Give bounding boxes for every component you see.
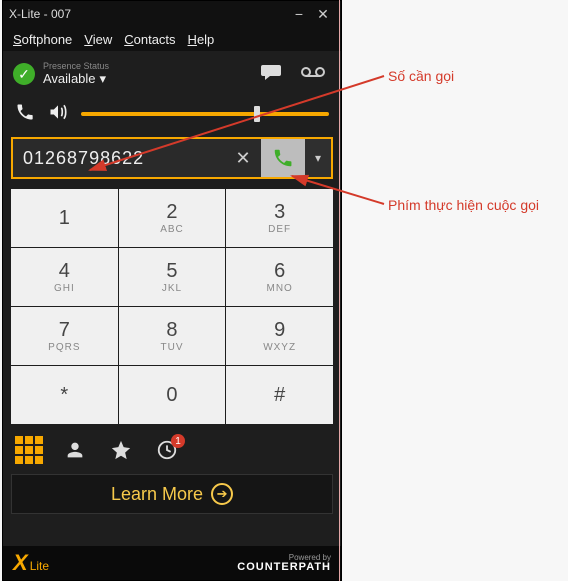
separator-line bbox=[339, 0, 340, 581]
speaker-icon[interactable] bbox=[47, 102, 69, 127]
key-4[interactable]: 4GHI bbox=[11, 248, 118, 306]
key-8[interactable]: 8TUV bbox=[119, 307, 226, 365]
number-input[interactable]: 01268798622 bbox=[13, 139, 225, 177]
key-hash[interactable]: # bbox=[226, 366, 333, 424]
presence-available-icon: ✓ bbox=[13, 63, 35, 85]
softphone-window: X-Lite - 007 − ✕ Softphone View Contacts… bbox=[2, 0, 342, 581]
dialpad: 1 2ABC 3DEF 4GHI 5JKL 6MNO 7PQRS 8TUV 9W… bbox=[11, 189, 333, 424]
annotation-number: Số cần gọi bbox=[388, 68, 454, 84]
presence-dropdown[interactable]: Presence Status Available ▾ bbox=[43, 62, 109, 86]
star-icon bbox=[110, 439, 132, 461]
tab-favorites[interactable] bbox=[101, 432, 141, 468]
key-1[interactable]: 1 bbox=[11, 189, 118, 247]
xlite-logo: XLite bbox=[13, 550, 49, 576]
tab-contacts[interactable] bbox=[55, 432, 95, 468]
minimize-button[interactable]: − bbox=[287, 6, 311, 22]
key-2[interactable]: 2ABC bbox=[119, 189, 226, 247]
key-5[interactable]: 5JKL bbox=[119, 248, 226, 306]
title-bar: X-Lite - 007 − ✕ bbox=[3, 1, 341, 27]
dial-row: 01268798622 ✕ ▾ bbox=[11, 137, 333, 179]
call-icon bbox=[272, 147, 294, 169]
window-title: X-Lite - 007 bbox=[9, 7, 287, 21]
phone-handset-icon[interactable] bbox=[15, 102, 35, 127]
learn-more-button[interactable]: Learn More ➔ bbox=[11, 474, 333, 514]
voicemail-icon[interactable] bbox=[295, 65, 331, 83]
clear-number-button[interactable]: ✕ bbox=[225, 139, 261, 177]
call-options-dropdown[interactable]: ▾ bbox=[305, 139, 331, 177]
key-7[interactable]: 7PQRS bbox=[11, 307, 118, 365]
volume-slider[interactable] bbox=[81, 112, 329, 116]
key-9[interactable]: 9WXYZ bbox=[226, 307, 333, 365]
annotation-call-button: Phím thực hiện cuộc gọi bbox=[388, 197, 539, 213]
close-button[interactable]: ✕ bbox=[311, 6, 335, 23]
presence-status: Available bbox=[43, 72, 96, 86]
key-6[interactable]: 6MNO bbox=[226, 248, 333, 306]
key-0[interactable]: 0 bbox=[119, 366, 226, 424]
messages-icon[interactable] bbox=[255, 63, 287, 86]
history-badge: 1 bbox=[171, 434, 185, 448]
presence-row: ✓ Presence Status Available ▾ bbox=[3, 51, 341, 97]
menu-help[interactable]: Help bbox=[188, 32, 215, 47]
dialpad-grid-icon bbox=[15, 436, 43, 464]
tab-history[interactable]: 1 bbox=[147, 432, 187, 468]
chevron-down-icon: ▾ bbox=[100, 72, 107, 86]
key-3[interactable]: 3DEF bbox=[226, 189, 333, 247]
menu-view[interactable]: View bbox=[84, 32, 112, 47]
call-button[interactable] bbox=[261, 139, 305, 177]
key-star[interactable]: * bbox=[11, 366, 118, 424]
learn-more-label: Learn More bbox=[111, 484, 203, 505]
footer: XLite Powered by COUNTERPATH bbox=[3, 546, 341, 580]
tab-dialpad[interactable] bbox=[9, 432, 49, 468]
menu-contacts[interactable]: Contacts bbox=[124, 32, 175, 47]
arrow-right-circle-icon: ➔ bbox=[211, 483, 233, 505]
person-icon bbox=[64, 439, 86, 461]
counterpath-logo: Powered by COUNTERPATH bbox=[237, 554, 331, 573]
bottom-tabs: 1 bbox=[3, 430, 341, 470]
volume-row bbox=[3, 97, 341, 131]
menu-bar: Softphone View Contacts Help bbox=[3, 27, 341, 51]
menu-softphone[interactable]: Softphone bbox=[13, 32, 72, 47]
